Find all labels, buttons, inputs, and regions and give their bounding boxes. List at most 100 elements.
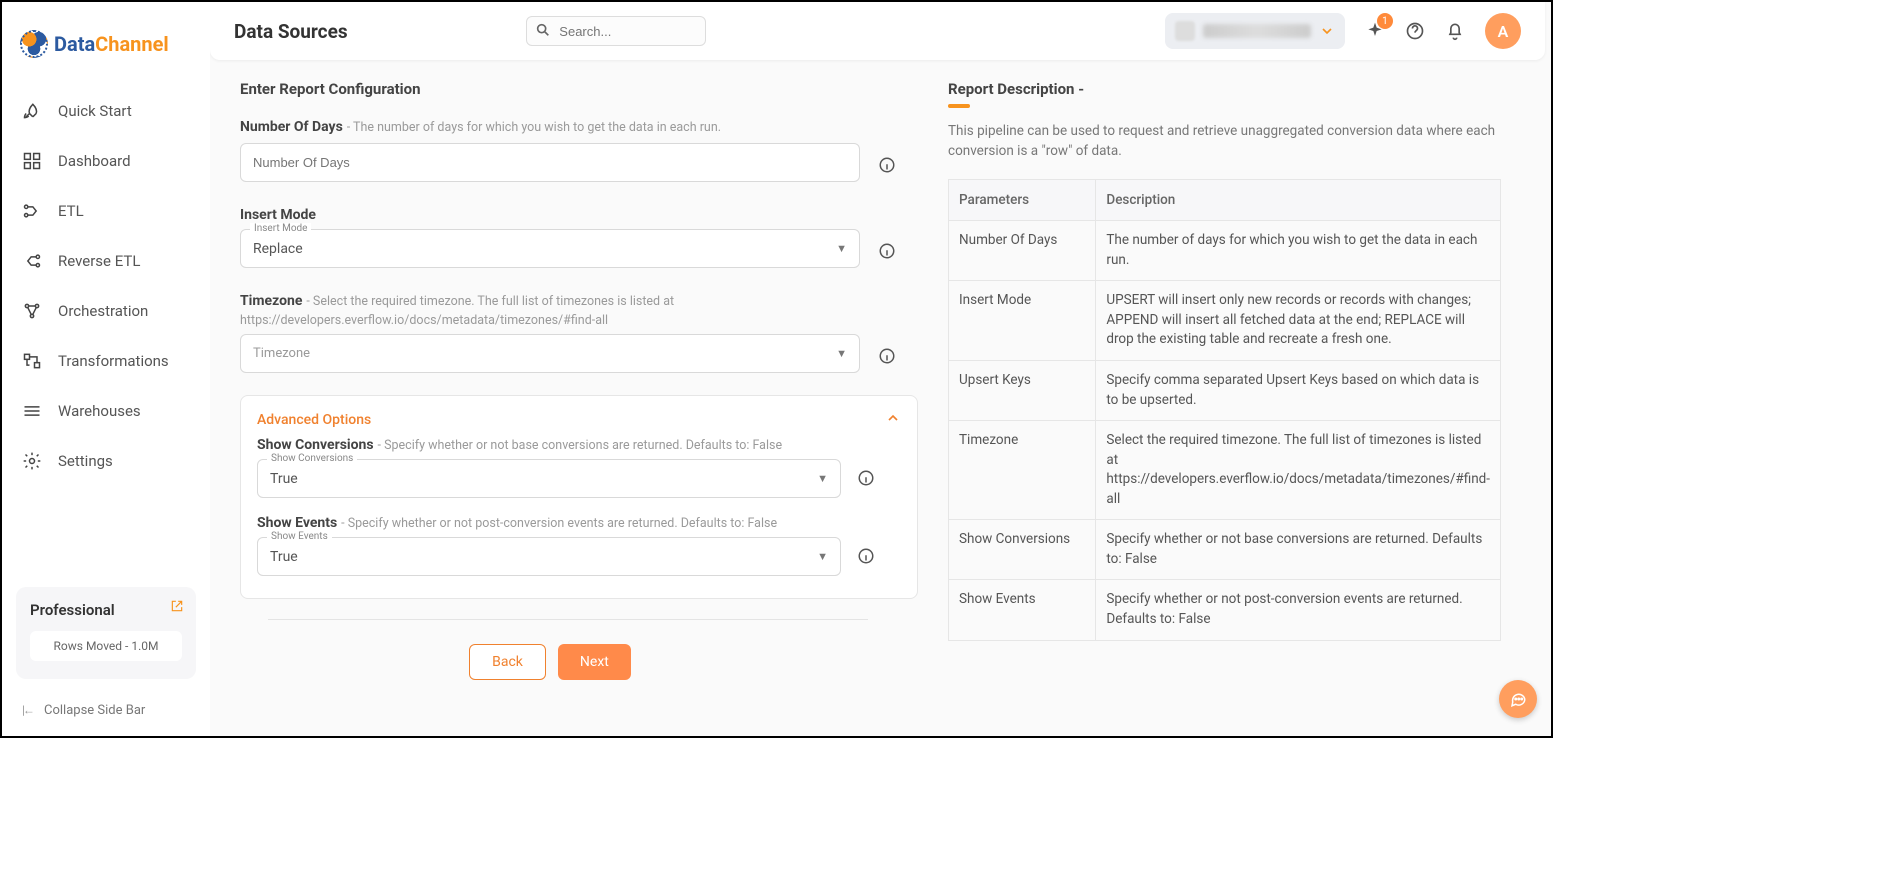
nav-transformations[interactable]: Transformations bbox=[2, 336, 210, 386]
param-desc: The number of days for which you wish to… bbox=[1096, 221, 1501, 281]
settings-icon bbox=[22, 451, 42, 471]
field-label: Show Events bbox=[257, 515, 337, 531]
nav-label: Orchestration bbox=[58, 302, 148, 320]
field-label: Show Conversions bbox=[257, 437, 374, 453]
orchestration-icon bbox=[22, 301, 42, 321]
chat-fab[interactable] bbox=[1499, 680, 1537, 718]
rocket-icon bbox=[22, 101, 42, 121]
search-icon bbox=[535, 22, 551, 38]
show-events-select[interactable]: True ▼ bbox=[257, 537, 841, 576]
insert-mode-select[interactable]: Replace ▼ bbox=[240, 229, 860, 268]
info-icon[interactable] bbox=[878, 242, 896, 260]
table-row: Number Of DaysThe number of days for whi… bbox=[949, 221, 1501, 281]
nav-settings[interactable]: Settings bbox=[2, 436, 210, 486]
field-label: Insert Mode bbox=[240, 207, 316, 223]
float-label: Show Events bbox=[267, 531, 332, 542]
param-desc: Select the required timezone. The full l… bbox=[1096, 421, 1501, 520]
parameters-table: Parameters Description Number Of DaysThe… bbox=[948, 179, 1501, 640]
param-name: Show Conversions bbox=[949, 520, 1096, 580]
notification-badge: 1 bbox=[1377, 13, 1393, 29]
caret-down-icon: ▼ bbox=[836, 242, 847, 255]
field-hint: - Select the required timezone. The full… bbox=[240, 294, 674, 328]
search-input[interactable] bbox=[526, 16, 706, 46]
warehouse-icon bbox=[22, 401, 42, 421]
nav-label: Reverse ETL bbox=[58, 252, 140, 270]
nav-orchestration[interactable]: Orchestration bbox=[2, 286, 210, 336]
float-label: Insert Mode bbox=[250, 223, 311, 234]
nav-reverse-etl[interactable]: Reverse ETL bbox=[2, 236, 210, 286]
nav-warehouses[interactable]: Warehouses bbox=[2, 386, 210, 436]
field-hint: - Specify whether or not post-conversion… bbox=[341, 516, 777, 531]
collapse-advanced-icon[interactable] bbox=[885, 410, 901, 426]
etl-icon bbox=[22, 201, 42, 221]
info-icon[interactable] bbox=[878, 156, 896, 174]
nav-label: Warehouses bbox=[58, 402, 141, 420]
brand-logo-icon bbox=[20, 30, 48, 58]
table-row: Show ConversionsSpecify whether or not b… bbox=[949, 520, 1501, 580]
account-icon bbox=[1175, 21, 1195, 41]
table-row: Upsert KeysSpecify comma separated Upser… bbox=[949, 360, 1501, 420]
plan-name: Professional bbox=[30, 601, 182, 619]
caret-down-icon: ▼ bbox=[817, 472, 828, 485]
float-label: Show Conversions bbox=[267, 453, 357, 464]
field-hint: - Specify whether or not base conversion… bbox=[378, 438, 783, 453]
brand-logo[interactable]: DataChannel bbox=[2, 2, 210, 80]
sparkle-icon[interactable]: 1 bbox=[1365, 21, 1385, 41]
plan-card: Professional Rows Moved - 1.0M bbox=[16, 587, 196, 679]
table-row: TimezoneSelect the required timezone. Th… bbox=[949, 421, 1501, 520]
param-desc: Specify comma separated Upsert Keys base… bbox=[1096, 360, 1501, 420]
field-timezone: Timezone - Select the required timezone.… bbox=[240, 290, 918, 373]
back-button[interactable]: Back bbox=[469, 644, 546, 680]
field-show-conversions: Show Conversions - Specify whether or no… bbox=[257, 434, 901, 498]
advanced-options-title: Advanced Options bbox=[257, 412, 901, 428]
nav-label: Settings bbox=[58, 452, 113, 470]
field-label: Number Of Days bbox=[240, 119, 343, 135]
plan-rows-moved: Rows Moved - 1.0M bbox=[30, 631, 182, 661]
table-header-parameters: Parameters bbox=[949, 180, 1096, 221]
param-name: Insert Mode bbox=[949, 281, 1096, 361]
form-section-title: Enter Report Configuration bbox=[240, 80, 918, 98]
field-hint: - The number of days for which you wish … bbox=[347, 120, 721, 135]
field-number-of-days: Number Of Days - The number of days for … bbox=[240, 116, 918, 182]
nav-etl[interactable]: ETL bbox=[2, 186, 210, 236]
sidebar: DataChannel Quick Start Dashboard ETL bbox=[2, 2, 210, 736]
table-row: Show EventsSpecify whether or not post-c… bbox=[949, 580, 1501, 640]
nav-label: Quick Start bbox=[58, 102, 132, 120]
param-desc: UPSERT will insert only new records or r… bbox=[1096, 281, 1501, 361]
page-title: Data Sources bbox=[234, 20, 348, 43]
reverse-etl-icon bbox=[22, 251, 42, 271]
bell-icon[interactable] bbox=[1445, 21, 1465, 41]
user-avatar[interactable]: A bbox=[1485, 13, 1521, 49]
brand-logo-text: DataChannel bbox=[54, 32, 169, 56]
next-button[interactable]: Next bbox=[558, 644, 631, 680]
info-icon[interactable] bbox=[857, 547, 875, 565]
help-icon[interactable] bbox=[1405, 21, 1425, 41]
nav-dashboard[interactable]: Dashboard bbox=[2, 136, 210, 186]
open-external-icon[interactable] bbox=[170, 599, 184, 613]
transformations-icon bbox=[22, 351, 42, 371]
field-show-events: Show Events - Specify whether or not pos… bbox=[257, 512, 901, 576]
nav-label: ETL bbox=[58, 202, 84, 220]
table-row: Insert ModeUPSERT will insert only new r… bbox=[949, 281, 1501, 361]
param-desc: Specify whether or not base conversions … bbox=[1096, 520, 1501, 580]
table-header-description: Description bbox=[1096, 180, 1501, 221]
param-name: Number Of Days bbox=[949, 221, 1096, 281]
accent-bar bbox=[948, 104, 970, 108]
param-name: Upsert Keys bbox=[949, 360, 1096, 420]
param-name: Show Events bbox=[949, 580, 1096, 640]
field-insert-mode: Insert Mode Insert Mode Replace ▼ bbox=[240, 204, 918, 268]
nav-quick-start[interactable]: Quick Start bbox=[2, 86, 210, 136]
timezone-select[interactable]: Timezone ▼ bbox=[240, 334, 860, 373]
number-of-days-input[interactable] bbox=[240, 143, 860, 182]
collapse-sidebar-button[interactable]: Collapse Side Bar bbox=[2, 689, 210, 736]
nav-label: Dashboard bbox=[58, 152, 131, 170]
account-dropdown[interactable] bbox=[1165, 13, 1345, 49]
param-name: Timezone bbox=[949, 421, 1096, 520]
sidebar-nav: Quick Start Dashboard ETL Reverse ETL bbox=[2, 80, 210, 577]
show-conversions-select[interactable]: True ▼ bbox=[257, 459, 841, 498]
info-icon[interactable] bbox=[857, 469, 875, 487]
search-container bbox=[526, 16, 706, 46]
field-label: Timezone bbox=[240, 293, 302, 309]
info-icon[interactable] bbox=[878, 347, 896, 365]
divider bbox=[268, 619, 868, 620]
